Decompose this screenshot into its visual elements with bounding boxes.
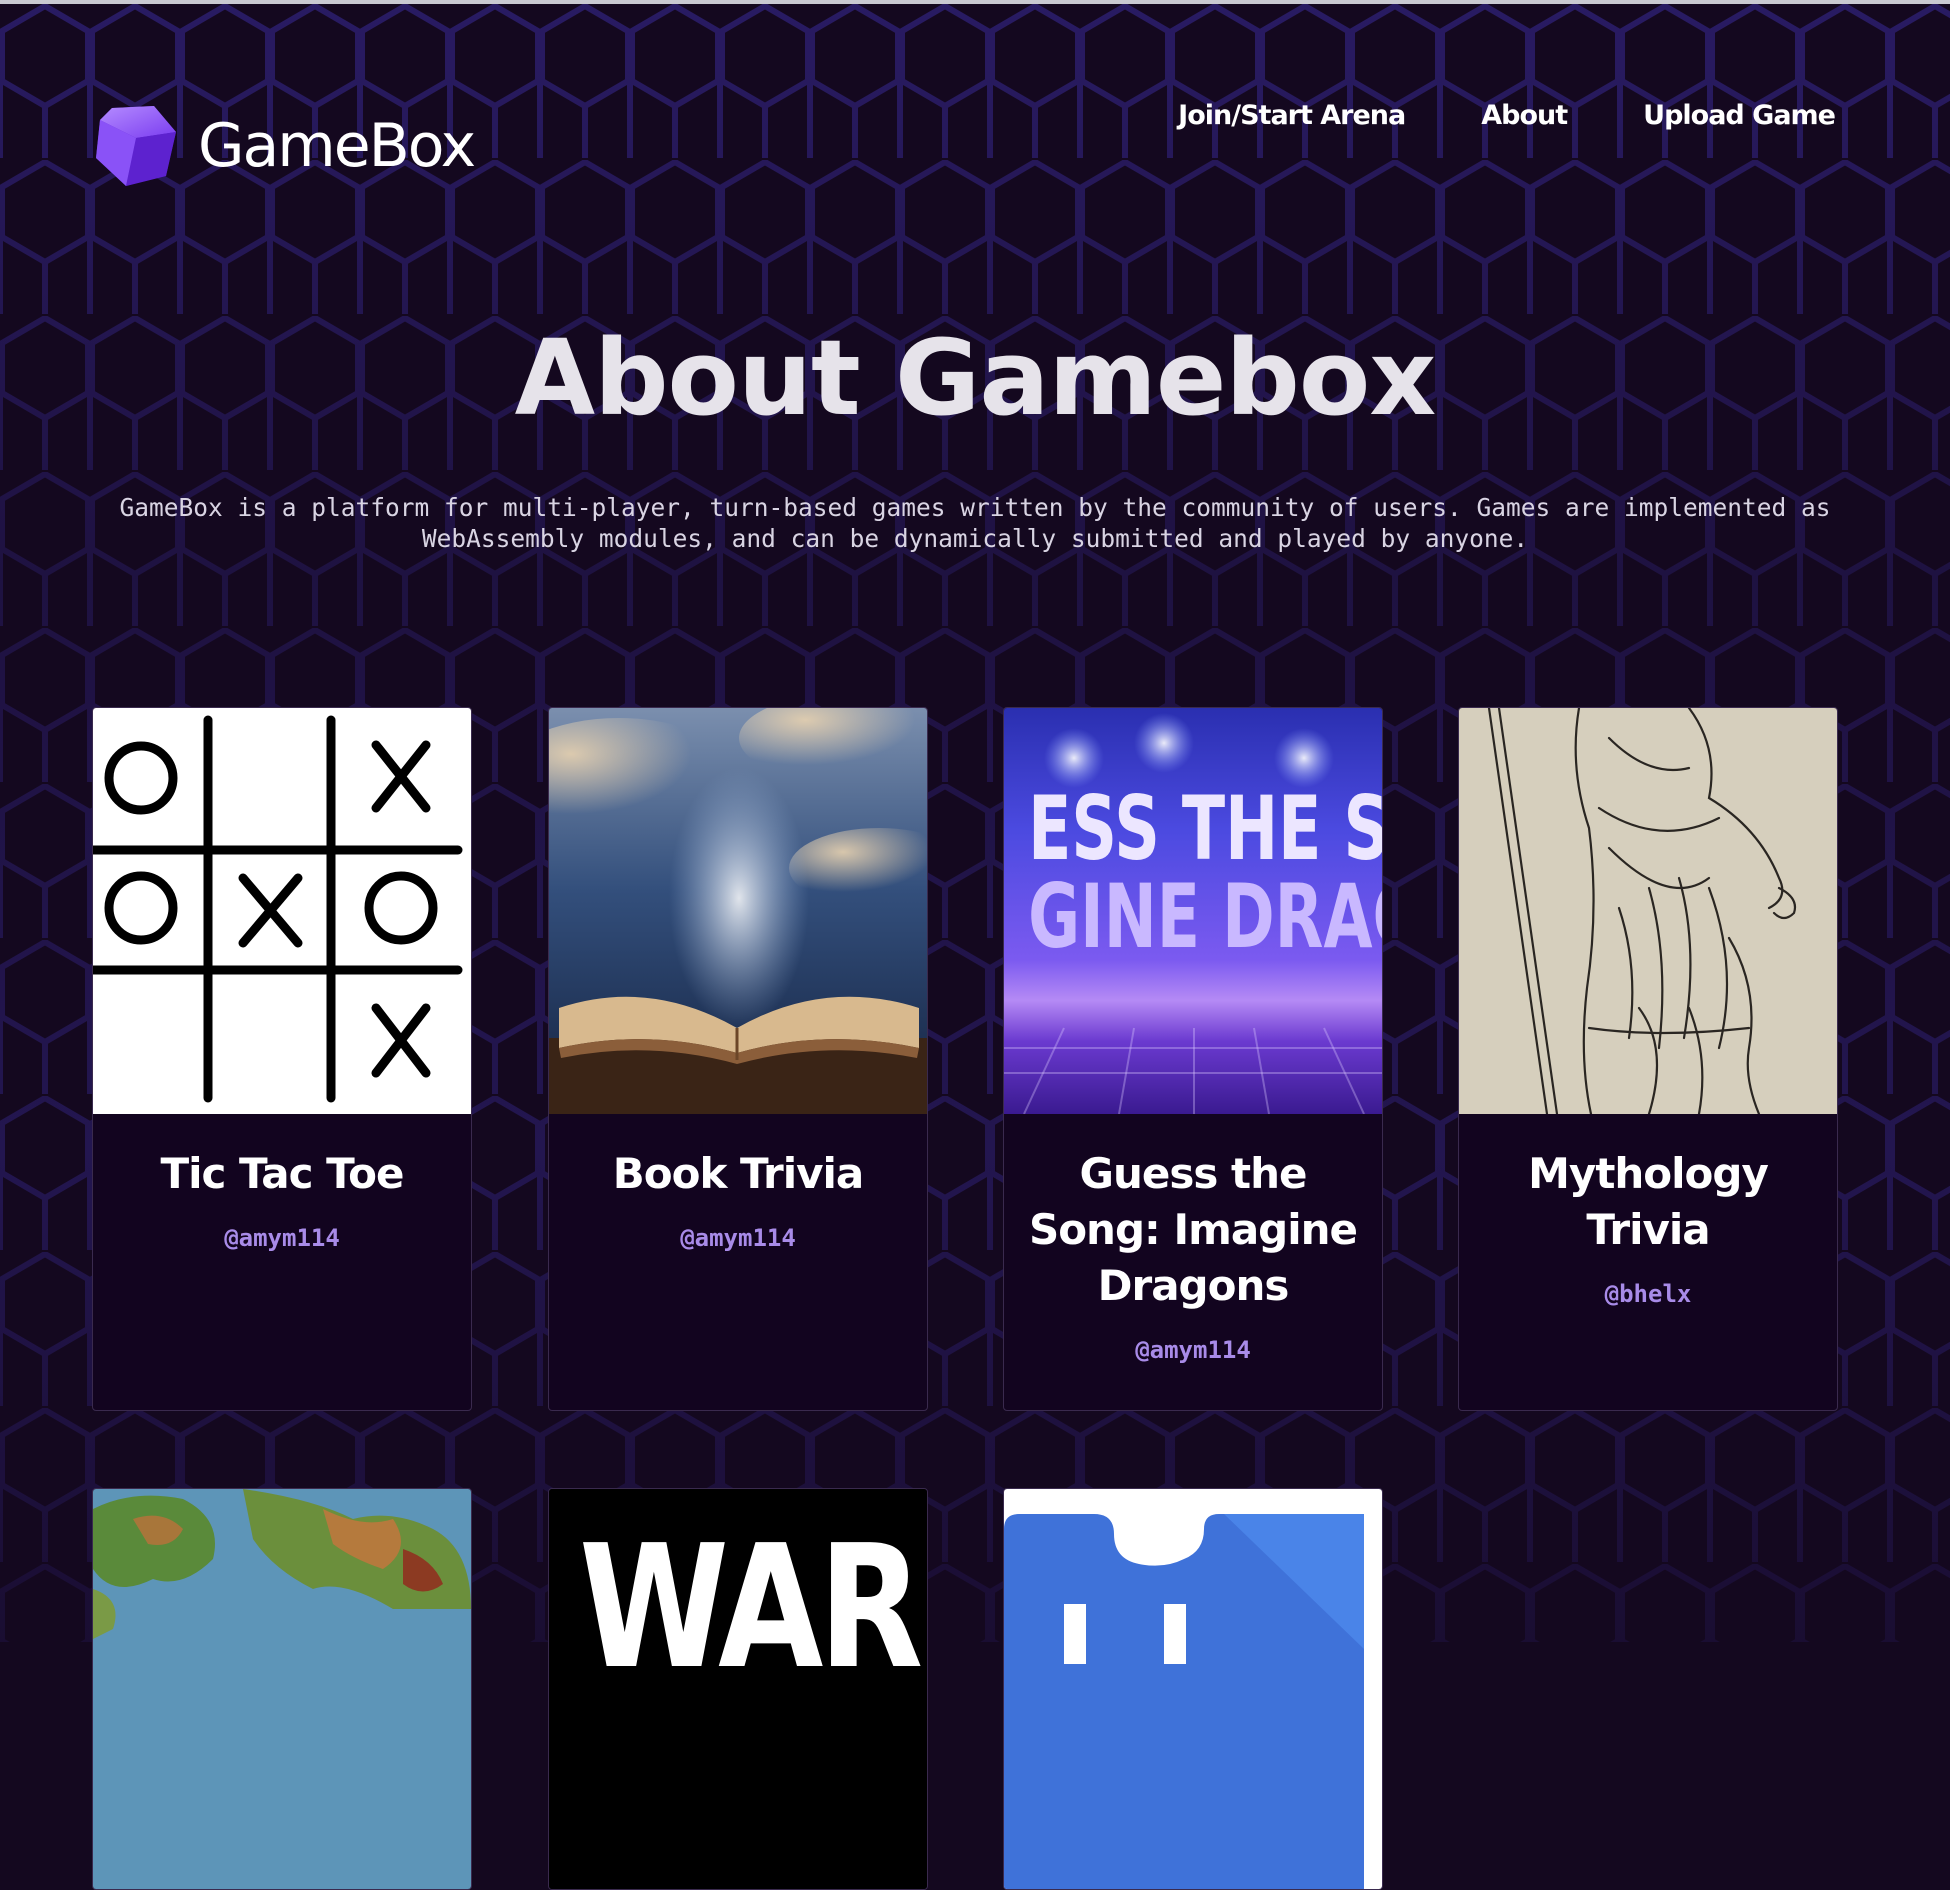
song-banner-line-2: GINE DRAGO — [1028, 865, 1382, 968]
game-title: Mythology Trivia — [1528, 1149, 1769, 1254]
war-title-image: WAR — [549, 1489, 927, 1889]
world-map-image — [93, 1489, 471, 1889]
game-title: Guess the Song: Imagine Dragons — [1028, 1149, 1358, 1310]
page-title: About Gamebox — [514, 317, 1437, 439]
nav-about[interactable]: About — [1481, 100, 1568, 131]
game-card-mythology-trivia[interactable]: Mythology Trivia @bhelx — [1458, 707, 1838, 1411]
game-card-book-trivia[interactable]: Book Trivia @amym114 — [548, 707, 928, 1411]
cube-logo-icon — [96, 106, 176, 186]
game-card-tic-tac-toe[interactable]: Tic Tac Toe @amym114 — [92, 707, 472, 1411]
game-author[interactable]: @amym114 — [113, 1224, 451, 1252]
concert-stage-image: ESS THE SO GINE DRAGO — [1004, 708, 1382, 1114]
war-image-text: WAR — [579, 1509, 923, 1707]
nav-join-start-arena[interactable]: Join/Start Arena — [1178, 100, 1406, 131]
game-title: Book Trivia — [612, 1149, 865, 1198]
open-book-image — [549, 708, 927, 1114]
game-card-guess-the-song[interactable]: ESS THE SO GINE DRAGO Guess the Song: Im… — [1003, 707, 1383, 1411]
game-card-puzzle[interactable] — [1003, 1488, 1383, 1890]
game-card-war[interactable]: WAR — [548, 1488, 928, 1890]
brand-logo[interactable]: GameBox — [92, 102, 476, 190]
game-author[interactable]: @bhelx — [1479, 1280, 1817, 1308]
song-banner-line-1: ESS THE SO — [1028, 777, 1382, 880]
game-author[interactable]: @amym114 — [569, 1224, 907, 1252]
tic-tac-toe-image — [93, 708, 471, 1114]
nav-upload-game[interactable]: Upload Game — [1643, 100, 1836, 131]
puzzle-piece-image — [1004, 1489, 1382, 1889]
brand-name: GameBox — [198, 111, 476, 181]
about-page: GameBox Join/Start Arena About Upload Ga… — [0, 0, 1950, 1890]
page-description: GameBox is a platform for multi-player, … — [119, 493, 1831, 553]
game-title: Tic Tac Toe — [160, 1149, 404, 1198]
greek-statue-sketch-image — [1459, 708, 1837, 1114]
main-nav: Join/Start Arena About Upload Game — [1178, 100, 1836, 131]
game-card-world-map[interactable] — [92, 1488, 472, 1890]
game-author[interactable]: @amym114 — [1024, 1336, 1362, 1364]
